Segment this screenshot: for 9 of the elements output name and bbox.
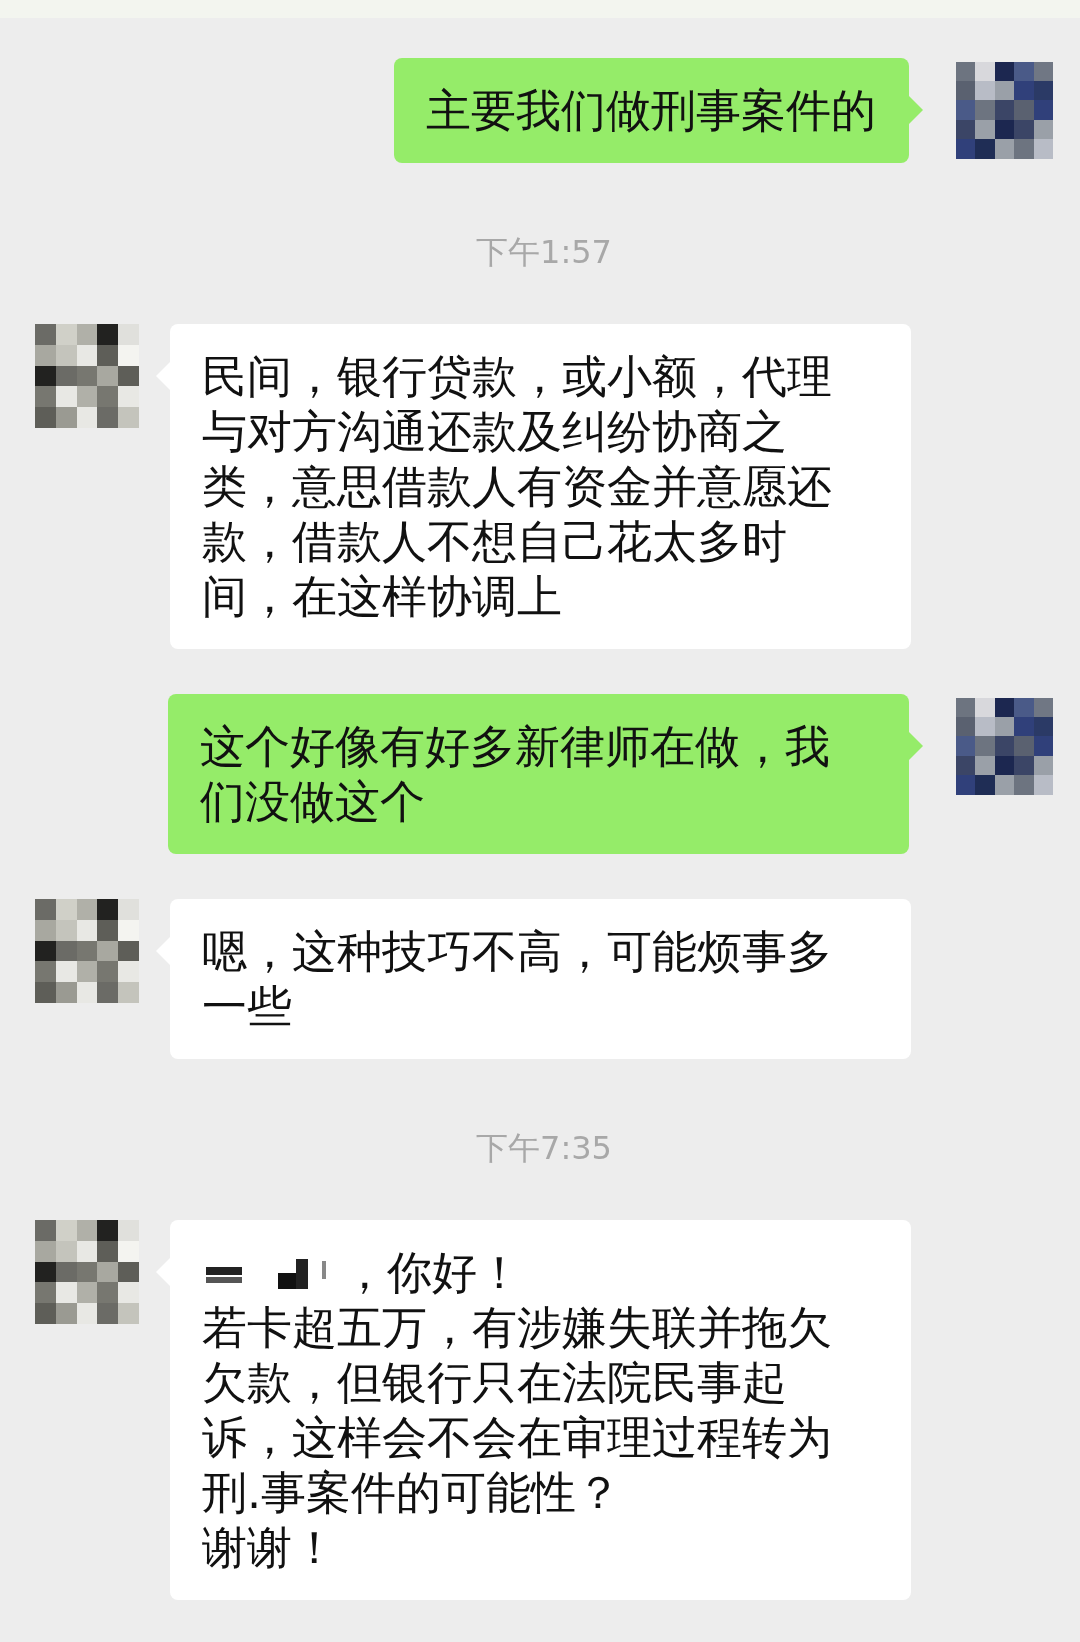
message-text: 若卡超五万，有涉嫌失联并拖欠欠款，但银行只在法院民事起诉，这样会不会在审理过程转为刑.事案件的可能性？ [202, 1301, 833, 1520]
message-text: ，你好！ [342, 1246, 522, 1300]
message-text: 主要我们做刑事案件的 [426, 84, 876, 138]
message-text: 民间，银行贷款，或小额，代理与对方沟通还款及纠纷协商之类，意思借款人有资金并意愿还款，借款人不想自己花太多时间，在这样协调上 [202, 350, 833, 624]
timestamp: 下午7:35 [476, 1128, 612, 1168]
message-text: 谢谢！ [202, 1521, 337, 1575]
message-text: 嗯，这种技巧不高，可能烦事多一些 [202, 925, 833, 1034]
message-text: 这个好像有好多新律师在做，我们没做这个 [200, 720, 831, 829]
timestamp: 下午1:57 [476, 232, 612, 272]
